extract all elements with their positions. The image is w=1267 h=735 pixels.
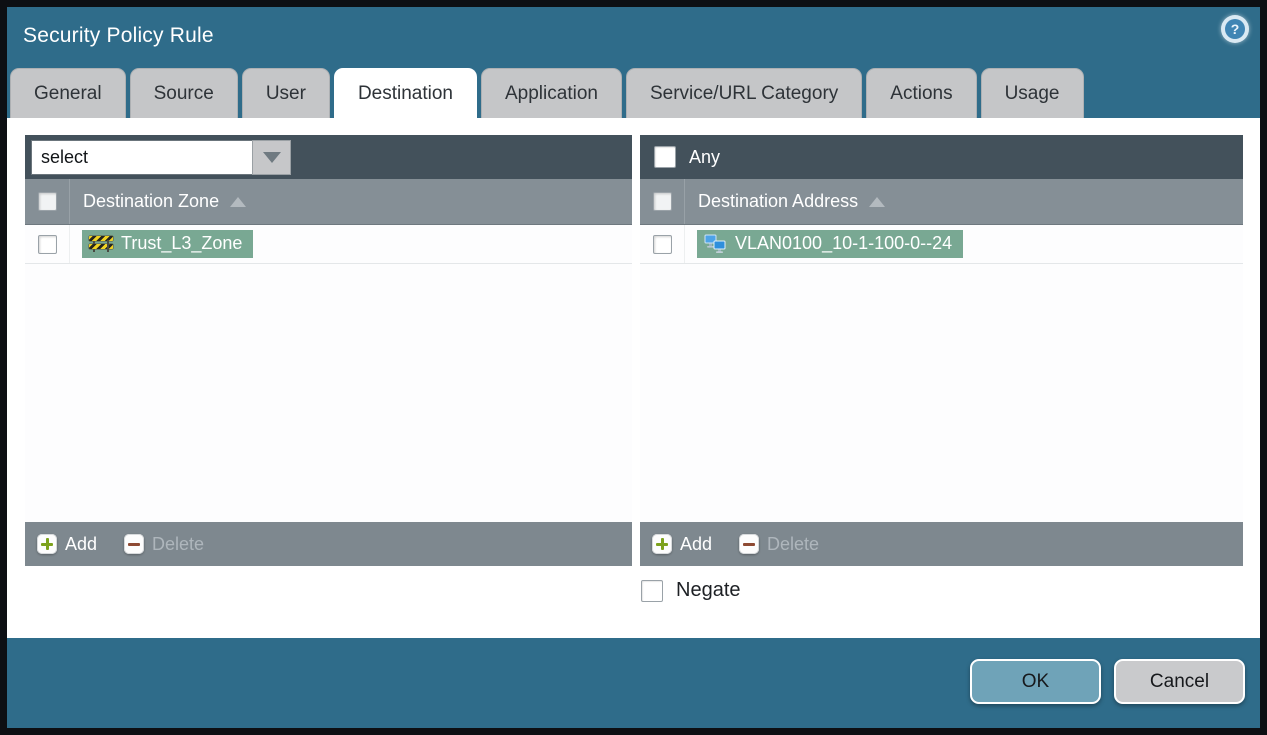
sort-ascending-icon	[230, 196, 247, 207]
zone-add-label: Add	[65, 533, 98, 554]
tab-actions[interactable]: Actions	[866, 68, 977, 118]
chevron-down-icon	[262, 151, 281, 163]
tab-application[interactable]: Application	[481, 68, 622, 118]
zone-item-label: Trust_L3_Zone	[121, 233, 243, 253]
destination-address-panel: Any Destination Address VLAN0100_10-1-10…	[640, 135, 1243, 566]
zone-panel-toolbar: select	[25, 135, 632, 179]
dialog-footer: OK Cancel	[7, 638, 1260, 728]
zone-add-button[interactable]: Add	[37, 534, 97, 555]
address-list-row[interactable]: VLAN0100_10-1-100-0--24	[640, 225, 1243, 264]
zone-panel-footer: Add Delete	[25, 522, 632, 566]
address-delete-label: Delete	[767, 533, 820, 554]
any-checkbox[interactable]	[654, 146, 676, 168]
cancel-button[interactable]: Cancel	[1114, 659, 1245, 704]
dialog-titlebar: Security Policy Rule ?	[7, 7, 1260, 68]
address-column-title: Destination Address	[698, 191, 859, 211]
help-icon[interactable]: ?	[1221, 15, 1249, 43]
tab-service-url-category[interactable]: Service/URL Category	[625, 68, 863, 118]
network-address-icon	[704, 234, 726, 253]
plus-icon	[37, 534, 57, 554]
zone-list-row[interactable]: Trust_L3_Zone	[25, 225, 632, 264]
address-item-vlan0100[interactable]: VLAN0100_10-1-100-0--24	[697, 230, 964, 258]
address-select-all-cell	[640, 179, 685, 224]
zone-barrier-icon	[89, 235, 113, 252]
address-delete-button[interactable]: Delete	[739, 534, 819, 555]
ok-button[interactable]: OK	[970, 659, 1101, 704]
security-policy-rule-dialog: Security Policy Rule ? General Source Us…	[7, 7, 1260, 728]
zone-list: Trust_L3_Zone	[25, 225, 632, 522]
tab-source[interactable]: Source	[129, 68, 238, 118]
minus-icon	[124, 534, 145, 554]
tab-user[interactable]: User	[241, 68, 330, 118]
zone-item-trust-l3-zone[interactable]: Trust_L3_Zone	[82, 230, 254, 258]
address-select-all-checkbox[interactable]	[652, 192, 672, 211]
any-row: Any	[646, 146, 720, 168]
tab-usage[interactable]: Usage	[980, 68, 1084, 118]
address-header-label-cell: Destination Address	[685, 179, 886, 224]
zone-type-select-value[interactable]: select	[31, 139, 252, 175]
zone-delete-label: Delete	[152, 533, 205, 554]
zone-delete-button[interactable]: Delete	[124, 534, 204, 555]
zone-type-select[interactable]: select	[31, 139, 291, 175]
address-column-header[interactable]: Destination Address	[640, 179, 1243, 225]
plus-icon	[652, 534, 672, 554]
address-row-checkbox-cell	[640, 225, 685, 263]
zone-column-header[interactable]: Destination Zone	[25, 179, 632, 225]
any-label: Any	[689, 146, 721, 167]
destination-tab-content: select Destination Zone Trust_L3_Zone Ad…	[7, 118, 1260, 638]
zone-select-all-checkbox[interactable]	[37, 192, 57, 211]
address-item-label: VLAN0100_10-1-100-0--24	[735, 233, 953, 253]
zone-row-checkbox[interactable]	[37, 234, 57, 254]
zone-row-checkbox-cell	[25, 225, 70, 263]
address-panel-footer: Add Delete	[640, 522, 1243, 566]
minus-icon	[739, 534, 760, 554]
tab-destination[interactable]: Destination	[333, 68, 477, 118]
negate-row: Negate	[641, 579, 741, 602]
address-list: VLAN0100_10-1-100-0--24	[640, 225, 1243, 522]
destination-zone-panel: select Destination Zone Trust_L3_Zone Ad…	[25, 135, 632, 566]
address-panel-toolbar: Any	[640, 135, 1243, 179]
address-add-button[interactable]: Add	[652, 534, 712, 555]
zone-column-title: Destination Zone	[83, 191, 220, 211]
address-add-label: Add	[680, 533, 713, 554]
negate-label: Negate	[676, 579, 741, 601]
sort-ascending-icon	[869, 196, 886, 207]
zone-header-label-cell: Destination Zone	[70, 179, 247, 224]
address-row-checkbox[interactable]	[652, 234, 672, 254]
zone-type-select-arrow-button[interactable]	[252, 139, 291, 175]
tab-bar: General Source User Destination Applicat…	[7, 68, 1260, 118]
negate-checkbox[interactable]	[641, 579, 663, 602]
zone-select-all-cell	[25, 179, 70, 224]
question-mark-glyph: ?	[1225, 19, 1245, 39]
dialog-title: Security Policy Rule	[23, 24, 214, 47]
tab-general[interactable]: General	[10, 68, 126, 118]
